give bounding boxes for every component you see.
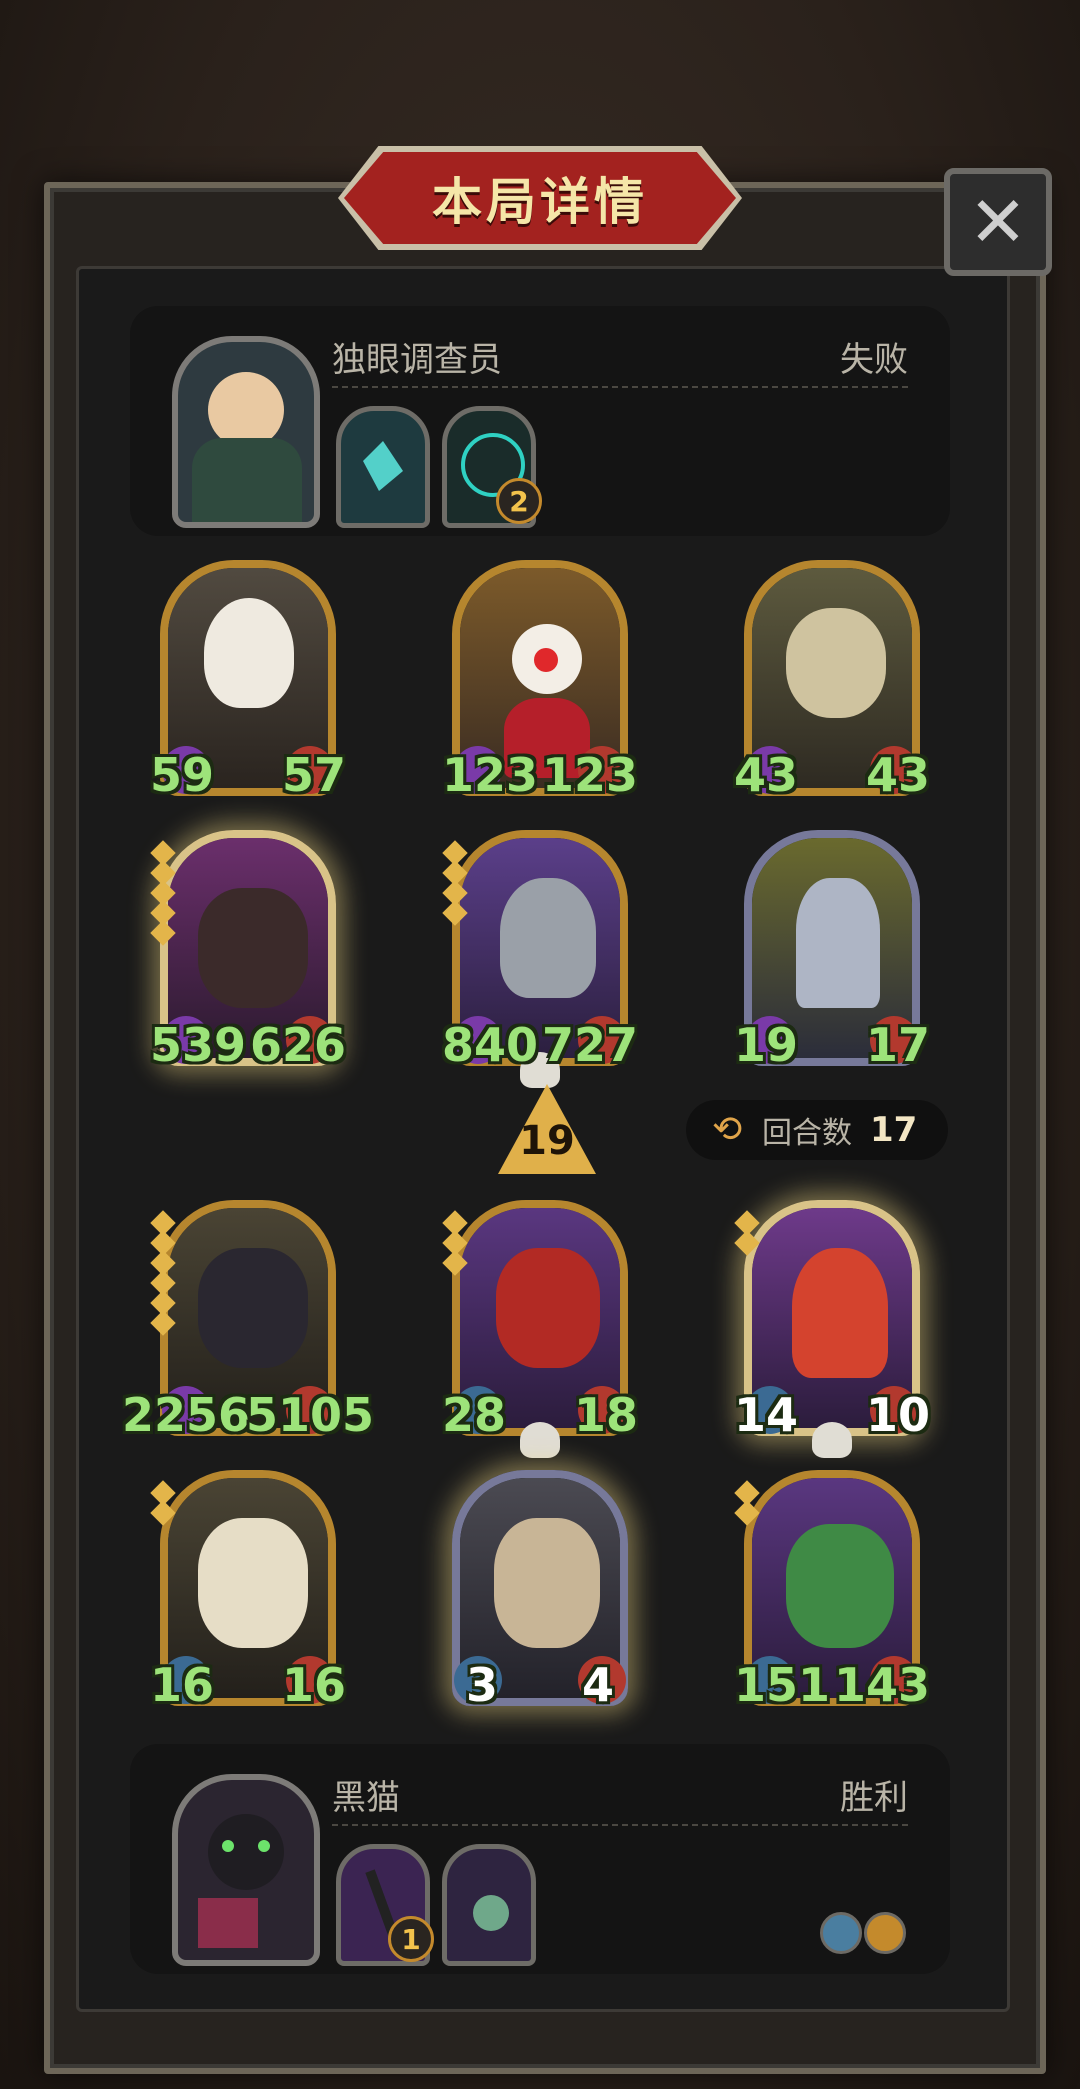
top-player-result: 失败 bbox=[840, 340, 908, 380]
attack-value: 3 bbox=[466, 1658, 499, 1712]
health-value: 57 bbox=[281, 748, 346, 802]
bottom-player-result: 胜利 bbox=[840, 1778, 908, 1818]
skull-icon bbox=[812, 1422, 852, 1458]
divider bbox=[332, 1824, 908, 1826]
tier-value: 19 bbox=[519, 1118, 575, 1164]
attack-value: 28 bbox=[442, 1388, 507, 1442]
health-value: 727 bbox=[541, 1018, 638, 1072]
close-icon: ✕ bbox=[968, 181, 1028, 263]
health-value: 18 bbox=[573, 1388, 638, 1442]
health-value: 5105 bbox=[245, 1388, 374, 1442]
health-value: 4 bbox=[581, 1658, 614, 1712]
dark-dragon-card[interactable]: 539 626 bbox=[150, 830, 346, 1072]
rhino-card[interactable]: 840 727 bbox=[442, 830, 638, 1088]
shard-item[interactable] bbox=[336, 406, 430, 528]
potion-item[interactable] bbox=[442, 1844, 536, 1966]
bottom-player-panel: 黑猫 胜利 1 bbox=[130, 1744, 950, 1974]
knight-card[interactable]: 19 17 bbox=[734, 830, 930, 1072]
attack-value: 14 bbox=[734, 1388, 799, 1442]
elf-girl-card[interactable]: 14 10 bbox=[734, 1200, 930, 1458]
top-player-panel: 独眼调查员 失败 2 bbox=[130, 306, 950, 536]
divider bbox=[332, 386, 908, 388]
attack-value: 840 bbox=[442, 1018, 539, 1072]
attack-value: 43 bbox=[734, 748, 799, 802]
bottom-player-avatar bbox=[172, 1774, 320, 1966]
beast-trait-icon[interactable] bbox=[864, 1912, 906, 1954]
croc-card[interactable]: 151 143 bbox=[734, 1470, 930, 1712]
health-value: 17 bbox=[865, 1018, 930, 1072]
rounds-counter: ⟲ 回合数 17 bbox=[686, 1100, 948, 1160]
attack-value: 59 bbox=[150, 748, 215, 802]
health-value: 10 bbox=[865, 1388, 930, 1442]
tier-indicator: 19 bbox=[498, 1084, 596, 1174]
attack-value: 123 bbox=[442, 748, 539, 802]
lion-beast-card[interactable]: 3 4 bbox=[452, 1470, 628, 1712]
attack-value: 539 bbox=[150, 1018, 247, 1072]
repeat-icon: ⟲ bbox=[712, 1109, 743, 1150]
demon-card[interactable]: 28 18 bbox=[442, 1200, 638, 1458]
title-banner: 本局详情 bbox=[338, 146, 742, 250]
health-value: 123 bbox=[541, 748, 638, 802]
clown-card[interactable]: 123 123 bbox=[442, 560, 638, 802]
bull-terrier-card[interactable]: 59 57 bbox=[150, 560, 346, 802]
bottom-player-name: 黑猫 bbox=[332, 1778, 400, 1818]
attack-value: 151 bbox=[734, 1658, 831, 1712]
attack-value: 2256 bbox=[122, 1388, 251, 1442]
health-value: 626 bbox=[249, 1018, 346, 1072]
health-value: 43 bbox=[865, 748, 930, 802]
health-value: 16 bbox=[281, 1658, 346, 1712]
close-button[interactable]: ✕ bbox=[944, 168, 1052, 276]
top-player-avatar bbox=[172, 336, 320, 528]
dagger-item-badge: 1 bbox=[388, 1916, 434, 1962]
attack-value: 19 bbox=[734, 1018, 799, 1072]
shadow-dragon-card[interactable]: 2256 5105 bbox=[122, 1200, 374, 1442]
jade-dragon-card[interactable]: 16 16 bbox=[150, 1470, 346, 1712]
top-player-name: 独眼调查员 bbox=[332, 340, 502, 380]
health-value: 143 bbox=[833, 1658, 930, 1712]
page-title: 本局详情 bbox=[432, 173, 648, 231]
skull-icon bbox=[520, 1422, 560, 1458]
rounds-value: 17 bbox=[870, 1110, 918, 1150]
attack-value: 16 bbox=[150, 1658, 215, 1712]
rounds-label: 回合数 bbox=[762, 1116, 852, 1151]
tiger-card[interactable]: 43 43 bbox=[734, 560, 930, 802]
swords-trait-icon[interactable] bbox=[820, 1912, 862, 1954]
spirit-item-badge: 2 bbox=[496, 478, 542, 524]
